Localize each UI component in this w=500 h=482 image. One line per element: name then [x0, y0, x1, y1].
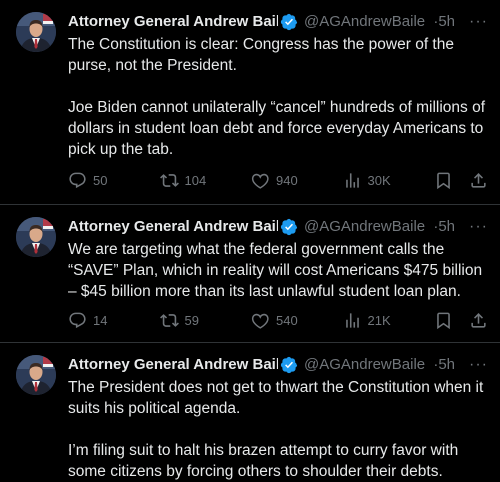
share-icon[interactable] — [469, 311, 488, 330]
tweet[interactable]: Attorney General Andrew Baile @AGAndrewB… — [0, 0, 500, 205]
reply-button[interactable]: 14 — [68, 311, 140, 330]
like-count: 940 — [276, 173, 298, 188]
author-handle[interactable]: @AGAndrewBaile — [304, 12, 433, 32]
like-icon — [251, 171, 270, 190]
views-button[interactable]: 21K — [343, 311, 415, 330]
verified-badge-icon — [280, 218, 298, 236]
retweet-button[interactable]: 59 — [160, 311, 232, 330]
tweet-text: The President does not get to thwart the… — [68, 379, 484, 480]
like-count: 540 — [276, 313, 298, 328]
timestamp[interactable]: 5h — [438, 12, 455, 32]
reply-count: 50 — [93, 173, 108, 188]
views-count: 30K — [367, 173, 391, 188]
bookmark-icon[interactable] — [434, 311, 453, 330]
tweet[interactable]: Attorney General Andrew Baile @AGAndrewB… — [0, 343, 500, 480]
avatar[interactable] — [16, 355, 56, 395]
verified-badge-icon — [280, 356, 298, 374]
tweet-text: The Constitution is clear: Congress has … — [68, 36, 486, 158]
like-button[interactable]: 540 — [251, 311, 323, 330]
secondary-actions — [434, 311, 488, 330]
reply-button[interactable]: 50 — [68, 171, 140, 190]
timestamp[interactable]: 5h — [438, 355, 455, 375]
reply-icon — [68, 171, 87, 190]
tweet-header: Attorney General Andrew Baile @AGAndrewB… — [68, 12, 488, 32]
like-button[interactable]: 940 — [251, 171, 323, 190]
author-name[interactable]: Attorney General Andrew Baile — [68, 217, 278, 237]
like-icon — [251, 311, 270, 330]
views-button[interactable]: 30K — [343, 171, 415, 190]
avatar[interactable] — [16, 12, 56, 52]
more-options-icon[interactable]: ··· — [469, 217, 488, 237]
reply-icon — [68, 311, 87, 330]
retweet-icon — [160, 311, 179, 330]
bookmark-icon[interactable] — [434, 171, 453, 190]
author-name[interactable]: Attorney General Andrew Baile — [68, 12, 278, 32]
author-handle[interactable]: @AGAndrewBaile — [304, 217, 433, 237]
tweet-actions: 50 104 940 30K — [68, 171, 488, 190]
secondary-actions — [434, 171, 488, 190]
more-options-icon[interactable]: ··· — [469, 12, 488, 32]
tweet-content: Attorney General Andrew Baile @AGAndrewB… — [68, 355, 488, 480]
verified-badge-icon — [280, 13, 298, 31]
retweet-count: 59 — [184, 313, 199, 328]
retweet-icon — [160, 171, 179, 190]
retweet-button[interactable]: 104 — [160, 171, 232, 190]
tweet-text: We are targeting what the federal govern… — [68, 241, 487, 300]
reply-count: 14 — [93, 313, 108, 328]
more-options-icon[interactable]: ··· — [469, 355, 488, 375]
tweet-actions: 14 59 540 21K — [68, 311, 488, 330]
share-icon[interactable] — [469, 171, 488, 190]
author-handle[interactable]: @AGAndrewBaile — [304, 355, 433, 375]
views-count: 21K — [367, 313, 391, 328]
timestamp[interactable]: 5h — [438, 217, 455, 237]
views-icon — [343, 171, 362, 190]
tweet-header: Attorney General Andrew Baile @AGAndrewB… — [68, 355, 488, 375]
avatar[interactable] — [16, 217, 56, 257]
tweet-header: Attorney General Andrew Baile @AGAndrewB… — [68, 217, 488, 237]
author-name[interactable]: Attorney General Andrew Baile — [68, 355, 278, 375]
tweet[interactable]: Attorney General Andrew Baile @AGAndrewB… — [0, 205, 500, 343]
retweet-count: 104 — [184, 173, 207, 188]
views-icon — [343, 311, 362, 330]
